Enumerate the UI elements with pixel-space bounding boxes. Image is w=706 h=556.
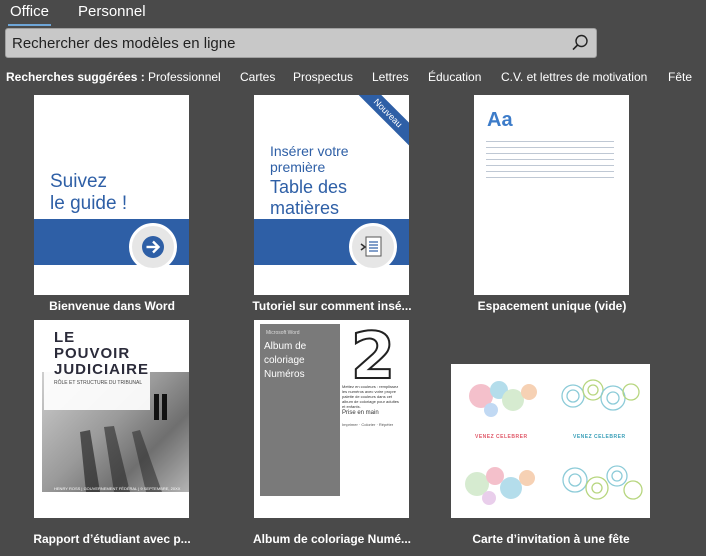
thumb-heading: Aa (487, 109, 513, 131)
thumb-circle (129, 223, 177, 271)
suggested-link-education[interactable]: Éducation (428, 70, 481, 84)
tab-personnel[interactable]: Personnel (78, 3, 146, 20)
template-card-espacement[interactable]: Aa Espacement unique (vide) (474, 95, 630, 315)
thumb-line (486, 159, 614, 160)
thumb-tagline: Imprimer · Colorier · Répéter (342, 422, 394, 427)
search-icon (572, 34, 588, 51)
number-two-art: 2 (350, 324, 397, 382)
template-card-rapport[interactable]: LE POUVOIR JUDICIAIRE RÔLE ET STRUCTURE … (33, 320, 191, 550)
template-caption: Bienvenue dans Word (49, 299, 175, 313)
thumb-heading: LE POUVOIR JUDICIAIRE (54, 329, 150, 378)
template-card-tutoriel[interactable]: Insérer votre première Table des matière… (252, 95, 412, 315)
thumb-line (486, 141, 614, 142)
template-thumbnail: Suivez le guide ! (34, 95, 189, 295)
thumb-heading: Album de coloriage Numéros (264, 341, 307, 380)
thumb-heading-left: VENEZ CELEBRER (475, 434, 528, 440)
search-input[interactable] (6, 29, 566, 57)
suggested-link-cartes[interactable]: Cartes (240, 70, 275, 84)
thumb-heading: Suivez le guide ! (50, 171, 128, 214)
thumb-subheading: Insérer votre première (270, 143, 349, 175)
template-card-invitation[interactable]: VENEZ CELEBRER VENEZ CELEBRER Carte d’in… (451, 364, 651, 550)
suggested-label: Recherches suggérées : (6, 70, 145, 84)
template-thumbnail: Aa (474, 95, 629, 295)
thumb-line (486, 171, 614, 172)
thumb-footer: HENRY ROSS | GOUVERNEMENT FÉDÉRAL | 9 SE… (54, 486, 181, 491)
template-thumbnail: LE POUVOIR JUDICIAIRE RÔLE ET STRUCTURE … (34, 320, 189, 518)
new-badge: Nouveau (351, 95, 409, 150)
template-caption: Rapport d’étudiant avec p... (33, 532, 191, 546)
template-thumbnail: Insérer votre première Table des matière… (254, 95, 409, 295)
thumb-line (486, 153, 614, 154)
svg-text:2: 2 (351, 324, 396, 382)
thumb-panel: Microsoft Word Album de coloriage Numéro… (260, 324, 340, 496)
circles-artwork (465, 379, 643, 505)
template-card-bienvenue[interactable]: Suivez le guide ! Bienvenue dans Word (34, 95, 190, 315)
suggested-searches: Recherches suggérées : Professionnel Car… (0, 70, 706, 86)
template-card-album[interactable]: Microsoft Word Album de coloriage Numéro… (253, 320, 411, 550)
search-box (5, 28, 597, 58)
thumb-circle (349, 223, 397, 271)
suggested-link-cv[interactable]: C.V. et lettres de motivation (501, 70, 647, 84)
template-caption: Album de coloriage Numé... (252, 532, 412, 546)
suggested-link-lettres[interactable]: Lettres (372, 70, 409, 84)
template-caption: Tutoriel sur comment insé... (252, 299, 412, 313)
thumb-line (486, 177, 614, 178)
suggested-link-professionnel[interactable]: Professionnel (148, 70, 221, 84)
template-caption: Carte d’invitation à une fête (472, 532, 630, 546)
tab-office[interactable]: Office (8, 3, 51, 26)
thumb-heading: Table des matières (270, 177, 348, 218)
suggested-link-prospectus[interactable]: Prospectus (293, 70, 353, 84)
thumb-heading-right: VENEZ CELEBRER (573, 434, 626, 440)
thumb-subtitle: RÔLE ET STRUCTURE DU TRIBUNAL (54, 380, 143, 386)
arrow-right-icon (142, 236, 164, 258)
thumb-brand: Microsoft Word (266, 330, 300, 336)
suggested-link-fete[interactable]: Fête (668, 70, 692, 84)
template-thumbnail: Microsoft Word Album de coloriage Numéro… (254, 320, 409, 518)
template-caption: Espacement unique (vide) (477, 299, 627, 313)
thumb-body: Mettez en couleurs : remplissez les numé… (342, 384, 399, 409)
document-arrow-icon (360, 236, 382, 257)
search-button[interactable] (570, 33, 590, 53)
thumb-subheading: Prise en main (342, 410, 379, 416)
thumb-line (486, 165, 614, 166)
thumb-line (486, 147, 614, 148)
template-thumbnail: VENEZ CELEBRER VENEZ CELEBRER (451, 364, 650, 518)
